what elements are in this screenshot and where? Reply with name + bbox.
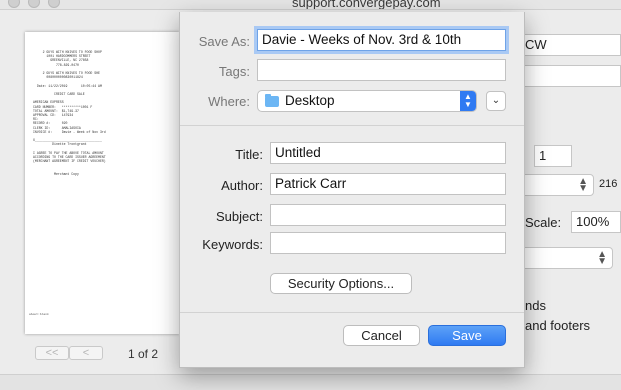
- options-select[interactable]: ▲ ▼: [520, 247, 613, 269]
- save-as-field[interactable]: Davie - Weeks of Nov. 3rd & 10th: [257, 29, 506, 51]
- zoom-window-button[interactable]: [48, 0, 60, 8]
- previous-page-button[interactable]: <: [69, 346, 103, 360]
- security-options-button[interactable]: Security Options...: [270, 273, 412, 294]
- tags-label: Tags:: [218, 64, 250, 79]
- page-preview: 2 GUYS WITH KNIVES TO FOOD SHOP 1001 HAR…: [25, 32, 179, 334]
- page-count: 1 of 2: [128, 347, 159, 361]
- keywords-field[interactable]: [270, 232, 506, 254]
- first-page-button[interactable]: <<: [35, 346, 69, 360]
- save-as-label: Save As:: [198, 34, 250, 49]
- save-dialog: Save As: Davie - Weeks of Nov. 3rd & 10t…: [179, 12, 525, 368]
- paper-size-suffix: 216: [599, 178, 618, 190]
- cancel-button[interactable]: Cancel: [343, 325, 420, 346]
- scale-field[interactable]: 100%: [571, 211, 621, 233]
- author-label: Author:: [221, 178, 263, 193]
- copies-field[interactable]: 1: [534, 145, 572, 167]
- close-window-button[interactable]: [8, 0, 20, 8]
- updown-chevron-icon: ▲ ▼: [597, 249, 607, 267]
- chevron-down-icon: ⌄: [491, 95, 501, 106]
- scale-label: Scale:: [525, 215, 562, 230]
- window-title: support.convergepay.com: [292, 0, 441, 10]
- divider: [180, 312, 524, 313]
- author-field[interactable]: Patrick Carr: [270, 173, 506, 195]
- updown-chevron-icon: ▲ ▼: [578, 176, 588, 194]
- subject-label: Subject:: [216, 209, 263, 224]
- expand-dialog-button[interactable]: ⌄: [486, 91, 506, 111]
- divider: [180, 125, 524, 126]
- title-field[interactable]: Untitled: [270, 142, 506, 164]
- where-label: Where:: [208, 94, 250, 109]
- window-titlebar: support.convergepay.com: [0, 0, 621, 10]
- updown-chevron-icon: ▲ ▼: [460, 91, 476, 111]
- tags-field[interactable]: [257, 59, 506, 81]
- where-select[interactable]: Desktop ▲ ▼: [257, 90, 477, 112]
- printer-field[interactable]: CW: [520, 34, 621, 56]
- print-headers-footers-option[interactable]: and footers: [525, 318, 590, 333]
- keywords-label: Keywords:: [202, 237, 263, 252]
- subject-field[interactable]: [270, 204, 506, 226]
- presets-field[interactable]: [520, 65, 621, 87]
- where-value: Desktop: [285, 93, 335, 108]
- folder-icon: [265, 94, 279, 107]
- print-backgrounds-option[interactable]: nds: [525, 298, 546, 313]
- save-button[interactable]: Save: [428, 325, 506, 346]
- receipt-text: 2 GUYS WITH KNIVES TO FOOD SHOP 1001 HAR…: [33, 50, 106, 176]
- title-label: Title:: [235, 147, 263, 162]
- window-bottom-bar: [0, 374, 621, 390]
- paper-size-select[interactable]: ▲ ▼: [520, 174, 594, 196]
- minimize-window-button[interactable]: [28, 0, 40, 8]
- preview-footer: about:blank: [29, 313, 49, 316]
